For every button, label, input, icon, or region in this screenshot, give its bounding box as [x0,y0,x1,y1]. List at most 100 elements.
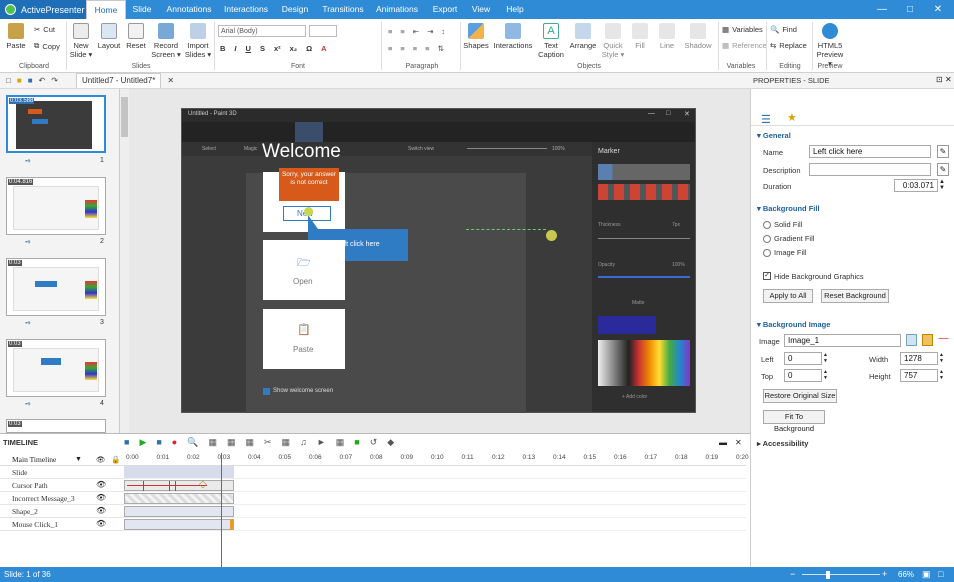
time-ruler[interactable]: 0:00 0:01 0:02 0:03 0:04 0:05 0:06 0:07 0:08 0:09… [124,453,749,466]
shape-clip[interactable] [124,506,234,517]
background-fill-section[interactable]: ▾ Background Fill [757,204,820,213]
zoom-slider-thumb[interactable] [826,571,830,579]
align-center-icon[interactable]: ≡ [400,44,404,53]
eye-icon[interactable]: 👁 [96,519,106,528]
paste-button[interactable]: Paste [5,23,27,50]
interactions-button[interactable]: Interactions [492,23,534,50]
fit-to-background-button[interactable]: Fit To Background [763,410,825,433]
mouse-click-clip[interactable] [124,519,234,530]
tab-view[interactable]: View [470,0,492,19]
fullscreen-icon[interactable]: □ [938,567,943,582]
new-file-icon[interactable]: □ [6,76,11,85]
image-input[interactable]: Image_1 [784,334,901,347]
variables-button[interactable]: ▦ Variables [722,25,763,34]
paste-card[interactable]: 📋 Paste [263,309,345,369]
tab-animations[interactable]: Animations [374,0,420,19]
undo-icon[interactable]: ↶ [39,76,46,85]
left-spinner-icon[interactable]: ▲ ▼ [823,352,828,364]
tab-annotations[interactable]: Annotations [164,0,214,19]
main-timeline-select[interactable]: Main Timeline ▼ 👁 🔒 [0,453,124,466]
subscript-icon[interactable]: x₂ [290,44,298,53]
pin-icon[interactable]: ⊡ [936,75,943,84]
close-timeline-icon[interactable]: ✕ [735,438,742,447]
edit-name-icon[interactable]: ✎ [937,145,949,158]
left-input[interactable]: 0 [784,352,822,365]
shapes-button[interactable]: Shapes [462,23,490,50]
width-spinner-icon[interactable]: ▲ ▼ [939,352,944,364]
indent-icon[interactable]: ⇥ [427,27,433,36]
volume-icon[interactable]: ► [317,437,326,448]
justify-icon[interactable]: ≡ [425,44,429,53]
background-image-section[interactable]: ▾ Background Image [757,320,830,329]
image-remove-icon[interactable]: — [938,334,949,346]
save-icon[interactable]: ■ [28,76,33,85]
numbering-icon[interactable]: ≡ [400,27,404,36]
redo-icon[interactable]: ↷ [51,76,58,85]
cut-button[interactable]: ✂ Cut [34,25,55,34]
quick-style-button[interactable]: Quick Style ▾ [600,23,626,59]
height-input[interactable]: 757 [900,369,938,382]
open-card[interactable]: 🗁 Open [263,240,345,300]
image-fill-radio[interactable] [763,249,771,257]
playhead[interactable] [221,453,223,568]
line-spacing-icon[interactable]: ↕ [441,27,445,36]
slide-thumbnail[interactable]: 0:04.816 [6,177,106,235]
description-input[interactable] [809,163,931,176]
general-section[interactable]: ▾ General [757,131,791,140]
html5-preview-button[interactable]: HTML5 Preview ▾ [814,23,846,68]
eye-icon[interactable]: 👁 [96,480,106,489]
cut-icon[interactable]: ✂ [264,437,272,448]
eye-icon[interactable]: 👁 [96,453,106,466]
arrange-button[interactable]: Arrange [568,23,598,50]
height-spinner-icon[interactable]: ▲ ▼ [939,369,944,381]
close-icon[interactable]: ✕ [924,0,952,19]
text-direction-icon[interactable]: ⇅ [438,44,444,53]
eye-icon[interactable]: 👁 [96,493,106,502]
font-name-select[interactable]: Arial (Body) [218,25,306,37]
hide-bg-checkbox[interactable]: ✓ [763,272,771,280]
image-folder-icon[interactable] [922,334,933,346]
minimize-icon[interactable]: — [868,0,896,19]
italic-icon[interactable]: I [234,44,236,53]
square-icon[interactable]: ■ [124,437,129,448]
collapse-timeline-icon[interactable]: ▬ [719,438,727,447]
shadow-button[interactable]: Shadow [682,23,714,50]
zoom-icon[interactable]: 🔍 [187,437,198,448]
slide-canvas[interactable]: Untitled - Paint 3D — □ ✕ Select Magic S… [181,108,696,413]
reference-button[interactable]: ▦ Reference [722,41,767,50]
slide-thumbnail[interactable]: 0:03 [6,419,106,433]
interactivity-tab-icon[interactable]: ★ [787,111,797,124]
loop-icon[interactable]: ↺ [370,437,378,448]
superscript-icon[interactable]: x² [274,44,281,53]
new-slide-button[interactable]: New Slide ▾ [68,23,94,59]
slide-thumbnail[interactable]: 0:03.588 [6,95,106,153]
tab-home[interactable]: Home [86,0,126,20]
open-folder-icon[interactable]: ■ [17,76,22,85]
line-button[interactable]: Line [654,23,680,50]
top-input[interactable]: 0 [784,369,822,382]
layout-button[interactable]: Layout [96,23,122,50]
duration-input[interactable]: 0:03.071 [894,179,938,192]
find-button[interactable]: 🔍 Find [770,25,797,34]
speed-icon[interactable]: ▦ [282,437,291,448]
slide-clip[interactable] [124,466,234,478]
cursor-path-clip[interactable]: ◇ [124,479,234,491]
tab-interactions[interactable]: Interactions [222,0,270,19]
top-spinner-icon[interactable]: ▲ ▼ [823,369,828,381]
width-input[interactable]: 1278 [900,352,938,365]
strikethrough-icon[interactable]: S [260,44,265,53]
symbol-icon[interactable]: Ω [306,44,312,53]
close-panel-icon[interactable]: ✕ [945,75,952,84]
eye-icon[interactable]: 👁 [96,506,106,515]
outdent-icon[interactable]: ⇤ [413,27,419,36]
zoom-slider[interactable] [802,574,880,575]
tab-design[interactable]: Design [280,0,310,19]
replace-button[interactable]: ⇆ Replace [770,41,807,50]
tab-slide[interactable]: Slide [128,0,156,19]
cc-icon[interactable]: ■ [354,437,359,448]
gradient-fill-radio[interactable] [763,235,771,243]
solid-fill-radio[interactable] [763,221,771,229]
bullets-icon[interactable]: ≡ [388,27,392,36]
zoom-out-icon[interactable]: − [790,567,795,582]
bold-icon[interactable]: B [220,44,225,53]
